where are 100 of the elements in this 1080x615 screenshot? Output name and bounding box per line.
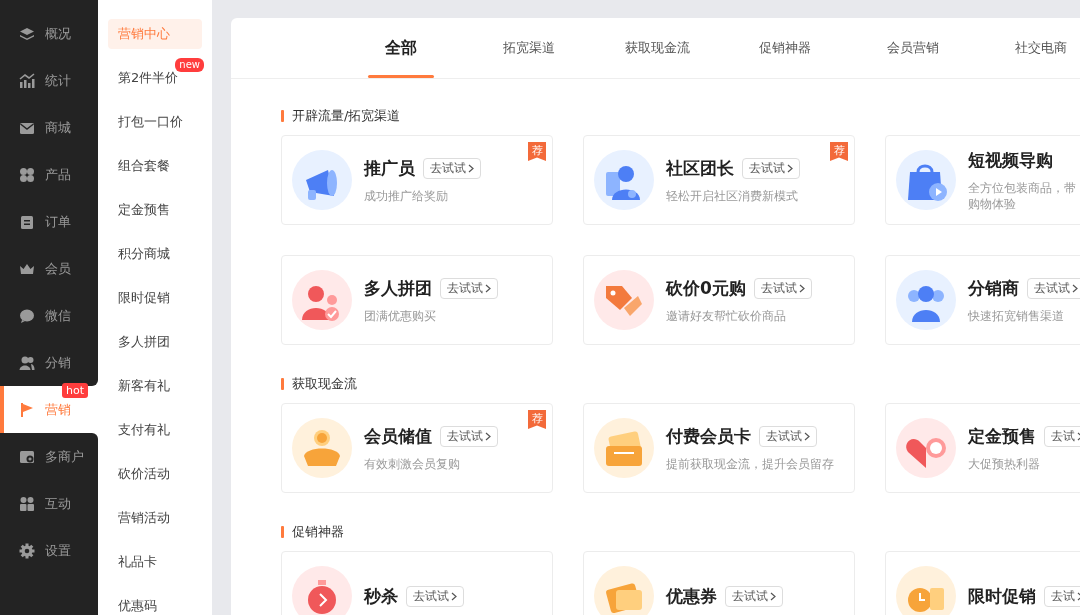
section-title: 开辟流量/拓宽渠道 xyxy=(292,107,401,125)
feature-title: 优惠券 xyxy=(666,584,717,608)
feature-title: 定金预售 xyxy=(968,424,1036,448)
layers-icon xyxy=(19,25,35,42)
feature-title: 推广员 xyxy=(364,156,415,180)
submenu-item[interactable]: 营销活动 xyxy=(108,496,202,540)
recommend-badge: 荐 xyxy=(830,142,848,161)
submenu-item[interactable]: 礼品卡 xyxy=(108,540,202,584)
sidebar-item[interactable]: 多商户 xyxy=(0,433,98,480)
people-icon xyxy=(19,354,35,371)
feature-card[interactable]: 多人拼团 去试试 团满优惠购买 xyxy=(281,255,553,345)
feature-description: 团满优惠购买 xyxy=(364,307,437,324)
card-icon xyxy=(594,418,654,478)
submenu-item[interactable]: 支付有礼 xyxy=(108,408,202,452)
feature-card[interactable]: 社区团长 去试试 轻松开启社区消费新模式 荐 xyxy=(583,135,855,225)
section-title: 获取现金流 xyxy=(292,375,357,393)
try-button[interactable]: 去试试 xyxy=(423,157,481,179)
hot-badge: hot xyxy=(62,383,88,398)
submenu-item[interactable]: 第2件半价 new xyxy=(108,56,202,100)
category-tab[interactable]: 获取现金流 xyxy=(593,18,721,78)
try-button[interactable]: 去试 xyxy=(1044,425,1080,447)
category-tab[interactable]: 会员营销 xyxy=(849,18,977,78)
new-badge: new xyxy=(175,58,204,72)
try-button[interactable]: 去试试 xyxy=(440,425,498,447)
feature-card[interactable]: 限时促销 去试 xyxy=(885,551,1080,615)
sidebar-item[interactable]: 商城 xyxy=(0,104,98,151)
sidebar-item[interactable]: 统计 xyxy=(0,57,98,104)
sidebar-item[interactable]: 会员 xyxy=(0,245,98,292)
feature-description: 提前获取现金流，提升会员留存 xyxy=(666,455,834,472)
feature-description: 邀请好友帮忙砍价商品 xyxy=(666,307,787,324)
feature-title: 多人拼团 xyxy=(364,276,432,300)
feature-card[interactable]: 短视频导购 全方位包装商品，带 购物体验 xyxy=(885,135,1080,225)
clipboard-icon xyxy=(19,213,35,230)
chevron-icon xyxy=(485,431,491,441)
sidebar-item[interactable]: 订单 xyxy=(0,198,98,245)
submenu-item[interactable]: 积分商城 xyxy=(108,232,202,276)
chevron-icon xyxy=(1072,283,1078,293)
category-tab[interactable]: 促销神器 xyxy=(721,18,849,78)
sidebar-item[interactable]: 微信 xyxy=(0,292,98,339)
submenu-item[interactable]: 限时促销 xyxy=(108,276,202,320)
feature-title: 分销商 xyxy=(968,276,1019,300)
chat-icon xyxy=(19,307,35,324)
feature-card[interactable]: 分销商 去试试 快速拓宽销售渠道 xyxy=(885,255,1080,345)
chevron-icon xyxy=(770,591,776,601)
feature-description: 全方位包装商品，带 购物体验 xyxy=(968,179,1076,212)
feature-title: 会员储值 xyxy=(364,424,432,448)
chevron-icon xyxy=(485,283,491,293)
tag-icon xyxy=(594,270,654,330)
people-icon xyxy=(19,495,35,512)
try-button[interactable]: 去试试 xyxy=(406,585,464,607)
grid-icon xyxy=(19,166,35,183)
chevron-icon xyxy=(787,163,793,173)
feature-description: 快速拓宽销售渠道 xyxy=(968,307,1065,324)
feature-title: 砍价0元购 xyxy=(666,276,746,300)
people-icon xyxy=(896,270,956,330)
chevron-icon xyxy=(468,163,474,173)
sidebar-item[interactable]: 分销 xyxy=(0,339,98,386)
category-tab[interactable]: 社交电商 xyxy=(977,18,1080,78)
sidebar-item[interactable]: 概况 xyxy=(0,10,98,57)
sidebar-item[interactable]: 设置 xyxy=(0,527,98,574)
feature-card[interactable]: 付费会员卡 去试试 提前获取现金流，提升会员留存 xyxy=(583,403,855,493)
submenu-item[interactable]: 新客有礼 xyxy=(108,364,202,408)
feature-description: 轻松开启社区消费新模式 xyxy=(666,187,799,204)
feature-card[interactable]: 优惠券 去试试 xyxy=(583,551,855,615)
category-tab[interactable]: 全部 xyxy=(337,18,465,78)
sidebar-item[interactable]: 产品 xyxy=(0,151,98,198)
chevron-icon xyxy=(804,431,810,441)
submenu-item[interactable]: 多人拼团 xyxy=(108,320,202,364)
try-button[interactable]: 去试试 xyxy=(725,585,783,607)
feature-title: 付费会员卡 xyxy=(666,424,751,448)
feature-title: 短视频导购 xyxy=(968,148,1053,172)
feature-card[interactable]: 会员储值 去试试 有效刺激会员复购 荐 xyxy=(281,403,553,493)
coin-icon xyxy=(292,418,352,478)
try-button[interactable]: 去试试 xyxy=(742,157,800,179)
submenu-item[interactable]: 打包一口价 xyxy=(108,100,202,144)
feature-card[interactable]: 砍价0元购 去试试 邀请好友帮忙砍价商品 xyxy=(583,255,855,345)
try-button[interactable]: 去试试 xyxy=(759,425,817,447)
megaphone-icon xyxy=(292,150,352,210)
feature-card[interactable]: 推广员 去试试 成功推广给奖励 荐 xyxy=(281,135,553,225)
submenu-item[interactable]: 定金预售 xyxy=(108,188,202,232)
chevron-icon xyxy=(798,283,805,293)
category-tab[interactable]: 拓宽渠道 xyxy=(465,18,593,78)
sidebar-item[interactable]: 互动 xyxy=(0,480,98,527)
bag-icon xyxy=(896,150,956,210)
try-button[interactable]: 去试试 xyxy=(1027,277,1080,299)
feature-card[interactable]: 秒杀 去试试 xyxy=(281,551,553,615)
flag-icon xyxy=(19,401,35,418)
submenu-item[interactable]: 优惠码 xyxy=(108,584,202,615)
try-button[interactable]: 去试试 xyxy=(440,277,498,299)
submenu-item[interactable]: 组合套餐 xyxy=(108,144,202,188)
store-icon xyxy=(19,448,35,465)
ticket-icon xyxy=(594,566,654,615)
person-icon xyxy=(594,150,654,210)
feature-title: 秒杀 xyxy=(364,584,398,608)
feature-description: 有效刺激会员复购 xyxy=(364,455,461,472)
submenu-item[interactable]: 砍价活动 xyxy=(108,452,202,496)
feature-card[interactable]: 定金预售 去试 大促预热利器 xyxy=(885,403,1080,493)
try-button[interactable]: 去试 xyxy=(1044,585,1080,607)
try-button[interactable]: 去试试 xyxy=(753,277,812,299)
chart-icon xyxy=(19,72,35,89)
